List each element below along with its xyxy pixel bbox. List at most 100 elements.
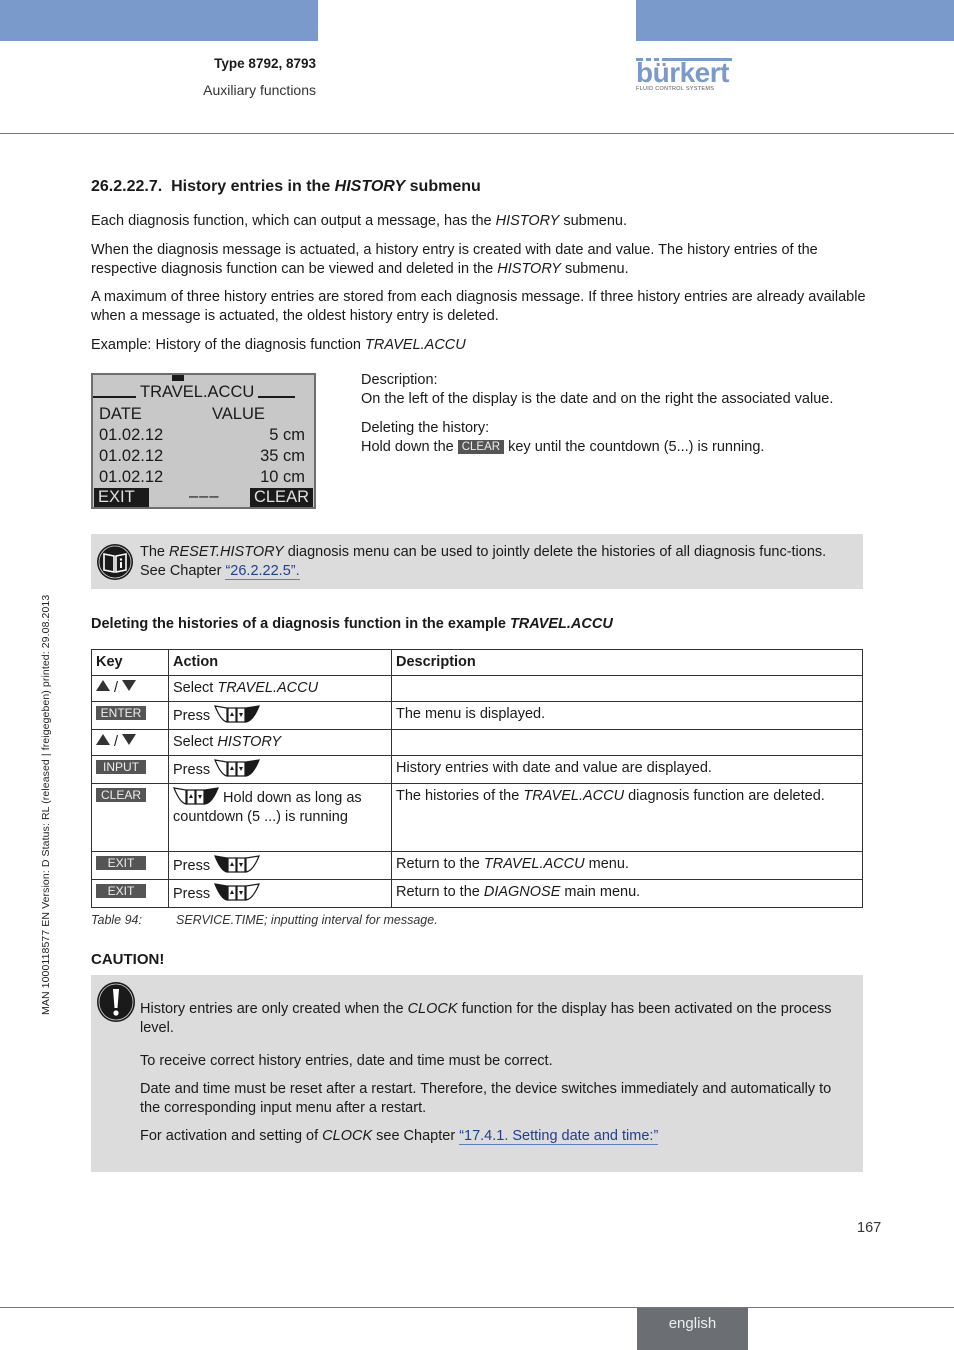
key-separator: / xyxy=(114,680,119,696)
language-tab: english xyxy=(637,1308,748,1350)
cell-action: Press xyxy=(168,879,392,908)
caution-box: History entries are only created when th… xyxy=(91,975,863,1172)
header-bar-right xyxy=(636,0,954,41)
manual-info-icon xyxy=(97,544,133,580)
cell-action: Press xyxy=(168,701,392,730)
cell-action: Select TRAVEL.ACCU xyxy=(168,675,392,702)
lcd-entry: 01.02.12 10 cm xyxy=(99,468,305,486)
cell-description xyxy=(391,729,863,756)
cell-action: Select HISTORY xyxy=(168,729,392,756)
cell-action: Hold down as long as countdown (5 ...) i… xyxy=(168,783,392,852)
header-action: Action xyxy=(168,649,392,676)
arrow-down-icon xyxy=(122,734,137,745)
table-row: EXIT Press Return to the TRAVEL.ACCU menu… xyxy=(91,851,863,880)
lcd-entry: 01.02.12 35 cm xyxy=(99,447,305,465)
chapter-link-26-2-22-5[interactable]: “26.2.22.5”. xyxy=(225,563,300,580)
section-number: 26.2.22.7. xyxy=(91,178,163,195)
right-softkey-button-icon xyxy=(214,759,261,777)
burkert-logo: bürkert FLUID CONTROL SYSTEMS xyxy=(636,58,732,96)
cell-description: History entries with date and value are … xyxy=(391,755,863,784)
cell-key: / xyxy=(91,729,169,756)
lcd-entry: 01.02.12 5 cm xyxy=(99,426,305,444)
cell-key: CLEAR xyxy=(91,783,169,852)
info-note: The RESET.HISTORY diagnosis menu can be … xyxy=(91,534,863,589)
note-text: The RESET.HISTORY diagnosis menu can be … xyxy=(140,544,827,580)
lcd-middle-placeholder: ––– xyxy=(189,487,220,505)
logo-wordmark: bürkert xyxy=(636,57,729,88)
key-chip: INPUT xyxy=(96,760,146,774)
lcd-col-date: DATE xyxy=(99,405,142,423)
arrow-up-icon xyxy=(96,734,110,745)
table-row: CLEAR Hold down as long as countdown (5 … xyxy=(91,783,863,852)
lcd-exit-softkey[interactable]: EXIT xyxy=(94,488,149,507)
table-row: ENTER Press The menu is displayed. xyxy=(91,701,863,730)
header-key: Key xyxy=(91,649,169,676)
caution-p3: Date and time must be reset after a rest… xyxy=(140,1081,832,1116)
table-heading: Deleting the histories of a diagnosis fu… xyxy=(91,616,613,632)
section-heading: 26.2.22.7. History entries in the HISTOR… xyxy=(91,178,481,196)
steps-table: Key Action Description / Select TRAVEL.A… xyxy=(91,649,863,908)
caution-p4: For activation and setting of CLOCK see … xyxy=(140,1128,659,1145)
cell-key: INPUT xyxy=(91,755,169,784)
section-title: History entries in the xyxy=(171,178,335,195)
caution-heading: CAUTION! xyxy=(91,951,165,968)
footer-divider xyxy=(0,1307,954,1308)
left-softkey-button-icon xyxy=(214,883,261,901)
paragraph-1: Each diagnosis function, which can outpu… xyxy=(91,213,628,229)
cell-description: Return to the TRAVEL.ACCU menu. xyxy=(391,851,863,880)
document-section: Auxiliary functions xyxy=(203,82,316,98)
left-softkey-button-icon xyxy=(214,855,261,873)
header-description: Description xyxy=(391,649,863,676)
lcd-title-row: TRAVEL.ACCU xyxy=(93,383,314,402)
cell-key: ENTER xyxy=(91,701,169,730)
display-description: Description: On the left of the display … xyxy=(361,371,841,457)
lcd-clear-softkey[interactable]: CLEAR xyxy=(249,488,313,507)
arrow-up-icon xyxy=(96,680,110,691)
caution-p1: History entries are only created when th… xyxy=(140,1001,832,1036)
chapter-link-17-4-1[interactable]: “17.4.1. Setting date and time:” xyxy=(459,1128,659,1145)
cell-key: / xyxy=(91,675,169,702)
cell-action: Press xyxy=(168,851,392,880)
exclamation-icon xyxy=(97,982,135,1022)
arrow-down-icon xyxy=(122,680,137,691)
cell-key: EXIT xyxy=(91,851,169,880)
key-chip: ENTER xyxy=(96,706,146,720)
page-number: 167 xyxy=(857,1220,882,1236)
caution-p2: To receive correct history entries, date… xyxy=(140,1053,553,1069)
lcd-header-row: DATE VALUE xyxy=(99,405,305,424)
lcd-col-value: VALUE xyxy=(212,405,265,423)
lcd-title-line-left xyxy=(93,396,136,398)
description-label: Description: xyxy=(361,372,438,388)
right-softkey-button-icon xyxy=(214,705,261,723)
table-caption: Table 94: SERVICE.TIME; inputting interva… xyxy=(91,913,438,927)
cell-description: The histories of the TRAVEL.ACCU diagnos… xyxy=(391,783,863,852)
cell-description: The menu is displayed. xyxy=(391,701,863,730)
header-divider xyxy=(0,133,954,134)
key-chip: EXIT xyxy=(96,884,146,898)
section-title-end: submenu xyxy=(405,178,481,195)
delete-instruction: Hold down the CLEAR key until the countd… xyxy=(361,439,765,455)
right-softkey-button-icon xyxy=(173,787,219,805)
description-text: On the left of the display is the date a… xyxy=(361,391,834,407)
cell-description: Return to the DIAGNOSE main menu. xyxy=(391,879,863,908)
table-row: / Select TRAVEL.ACCU xyxy=(91,675,863,702)
lcd-title-line-right xyxy=(258,396,296,398)
clear-key-chip: CLEAR xyxy=(457,440,505,454)
table-row: INPUT Press History entries with date and… xyxy=(91,755,863,784)
paragraph-2: When the diagnosis message is actuated, … xyxy=(91,242,818,277)
header-bar-left xyxy=(0,0,318,41)
cell-description xyxy=(391,675,863,702)
paragraph-3: A maximum of three history entries are s… xyxy=(91,289,866,324)
caution-text: History entries are only created when th… xyxy=(140,1000,855,1160)
key-separator: / xyxy=(114,734,119,750)
cell-action: Press xyxy=(168,755,392,784)
document-type: Type 8792, 8793 xyxy=(214,56,316,71)
lcd-title: TRAVEL.ACCU xyxy=(140,383,255,401)
key-chip: CLEAR xyxy=(96,788,146,802)
table-row: / Select HISTORY xyxy=(91,729,863,756)
table-row: EXIT Press Return to the DIAGNOSE main me… xyxy=(91,879,863,908)
delete-label: Deleting the history: xyxy=(361,420,490,436)
cell-key: EXIT xyxy=(91,879,169,908)
document-meta-vertical: MAN 1000118577 EN Version: D Status: RL … xyxy=(40,594,52,1015)
section-title-italic: HISTORY xyxy=(334,178,406,195)
